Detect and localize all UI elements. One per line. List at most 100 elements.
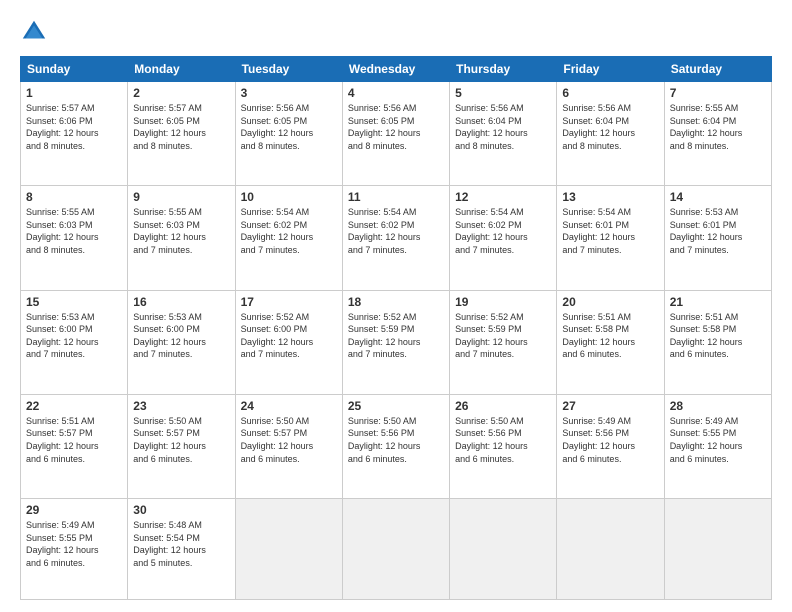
day-number: 2 (133, 86, 229, 100)
week-row-2: 8 Sunrise: 5:55 AM Sunset: 6:03 PM Daylig… (21, 186, 772, 290)
day-info: Sunrise: 5:57 AM Sunset: 6:05 PM Dayligh… (133, 102, 229, 152)
day-number: 11 (348, 190, 444, 204)
col-header-tuesday: Tuesday (235, 57, 342, 82)
day-cell: 9 Sunrise: 5:55 AM Sunset: 6:03 PM Daylig… (128, 186, 235, 290)
day-info: Sunrise: 5:51 AM Sunset: 5:57 PM Dayligh… (26, 415, 122, 465)
day-number: 18 (348, 295, 444, 309)
day-cell (664, 499, 771, 600)
day-number: 22 (26, 399, 122, 413)
day-number: 25 (348, 399, 444, 413)
day-cell: 4 Sunrise: 5:56 AM Sunset: 6:05 PM Daylig… (342, 82, 449, 186)
day-info: Sunrise: 5:56 AM Sunset: 6:05 PM Dayligh… (348, 102, 444, 152)
day-info: Sunrise: 5:54 AM Sunset: 6:02 PM Dayligh… (241, 206, 337, 256)
day-cell: 26Sunrise: 5:50 AM Sunset: 5:56 PM Dayli… (450, 394, 557, 498)
day-number: 14 (670, 190, 766, 204)
day-number: 12 (455, 190, 551, 204)
day-number: 7 (670, 86, 766, 100)
day-cell: 19 Sunrise: 5:52 AM Sunset: 5:59 PM Dayli… (450, 290, 557, 394)
day-number: 13 (562, 190, 658, 204)
col-header-thursday: Thursday (450, 57, 557, 82)
col-header-saturday: Saturday (664, 57, 771, 82)
day-info: Sunrise: 5:49 AM Sunset: 5:55 PM Dayligh… (670, 415, 766, 465)
day-cell: 7 Sunrise: 5:55 AM Sunset: 6:04 PM Daylig… (664, 82, 771, 186)
day-number: 30 (133, 503, 229, 517)
logo-icon (20, 18, 48, 46)
day-number: 28 (670, 399, 766, 413)
col-header-wednesday: Wednesday (342, 57, 449, 82)
day-number: 23 (133, 399, 229, 413)
day-cell: 1 Sunrise: 5:57 AM Sunset: 6:06 PM Daylig… (21, 82, 128, 186)
day-number: 10 (241, 190, 337, 204)
day-cell (557, 499, 664, 600)
day-info: Sunrise: 5:48 AM Sunset: 5:54 PM Dayligh… (133, 519, 229, 569)
day-number: 16 (133, 295, 229, 309)
day-cell: 13 Sunrise: 5:54 AM Sunset: 6:01 PM Dayli… (557, 186, 664, 290)
day-info: Sunrise: 5:54 AM Sunset: 6:02 PM Dayligh… (455, 206, 551, 256)
day-number: 9 (133, 190, 229, 204)
day-info: Sunrise: 5:50 AM Sunset: 5:57 PM Dayligh… (241, 415, 337, 465)
day-cell: 30 Sunrise: 5:48 AM Sunset: 5:54 PM Dayli… (128, 499, 235, 600)
day-cell: 22 Sunrise: 5:51 AM Sunset: 5:57 PM Dayli… (21, 394, 128, 498)
day-number: 20 (562, 295, 658, 309)
day-cell: 29Sunrise: 5:49 AM Sunset: 5:55 PM Dayli… (21, 499, 128, 600)
col-header-sunday: Sunday (21, 57, 128, 82)
day-number: 15 (26, 295, 122, 309)
day-info: Sunrise: 5:53 AM Sunset: 6:01 PM Dayligh… (670, 206, 766, 256)
day-number: 29 (26, 503, 122, 517)
logo (20, 18, 54, 46)
day-number: 24 (241, 399, 337, 413)
day-cell: 5 Sunrise: 5:56 AM Sunset: 6:04 PM Daylig… (450, 82, 557, 186)
calendar: SundayMondayTuesdayWednesdayThursdayFrid… (20, 56, 772, 600)
day-cell: 20 Sunrise: 5:51 AM Sunset: 5:58 PM Dayli… (557, 290, 664, 394)
day-cell: 3Sunrise: 5:56 AM Sunset: 6:05 PM Daylig… (235, 82, 342, 186)
day-cell: 12 Sunrise: 5:54 AM Sunset: 6:02 PM Dayli… (450, 186, 557, 290)
day-info: Sunrise: 5:56 AM Sunset: 6:04 PM Dayligh… (455, 102, 551, 152)
day-cell (235, 499, 342, 600)
day-number: 8 (26, 190, 122, 204)
day-info: Sunrise: 5:55 AM Sunset: 6:03 PM Dayligh… (26, 206, 122, 256)
day-cell: 27 Sunrise: 5:49 AM Sunset: 5:56 PM Dayli… (557, 394, 664, 498)
day-info: Sunrise: 5:56 AM Sunset: 6:05 PM Dayligh… (241, 102, 337, 152)
day-info: Sunrise: 5:55 AM Sunset: 6:04 PM Dayligh… (670, 102, 766, 152)
day-cell: 23 Sunrise: 5:50 AM Sunset: 5:57 PM Dayli… (128, 394, 235, 498)
day-number: 5 (455, 86, 551, 100)
day-number: 1 (26, 86, 122, 100)
day-info: Sunrise: 5:51 AM Sunset: 5:58 PM Dayligh… (562, 311, 658, 361)
day-info: Sunrise: 5:50 AM Sunset: 5:56 PM Dayligh… (348, 415, 444, 465)
day-number: 21 (670, 295, 766, 309)
day-cell: 10 Sunrise: 5:54 AM Sunset: 6:02 PM Dayli… (235, 186, 342, 290)
day-cell: 16 Sunrise: 5:53 AM Sunset: 6:00 PM Dayli… (128, 290, 235, 394)
day-cell: 24 Sunrise: 5:50 AM Sunset: 5:57 PM Dayli… (235, 394, 342, 498)
day-number: 4 (348, 86, 444, 100)
day-info: Sunrise: 5:52 AM Sunset: 5:59 PM Dayligh… (348, 311, 444, 361)
day-info: Sunrise: 5:49 AM Sunset: 5:56 PM Dayligh… (562, 415, 658, 465)
day-cell: 14 Sunrise: 5:53 AM Sunset: 6:01 PM Dayli… (664, 186, 771, 290)
day-cell: 25 Sunrise: 5:50 AM Sunset: 5:56 PM Dayli… (342, 394, 449, 498)
day-info: Sunrise: 5:53 AM Sunset: 6:00 PM Dayligh… (133, 311, 229, 361)
header-row: SundayMondayTuesdayWednesdayThursdayFrid… (21, 57, 772, 82)
day-info: Sunrise: 5:54 AM Sunset: 6:01 PM Dayligh… (562, 206, 658, 256)
day-info: Sunrise: 5:50 AM Sunset: 5:57 PM Dayligh… (133, 415, 229, 465)
day-info: Sunrise: 5:57 AM Sunset: 6:06 PM Dayligh… (26, 102, 122, 152)
day-info: Sunrise: 5:50 AM Sunset: 5:56 PM Dayligh… (455, 415, 551, 465)
page: SundayMondayTuesdayWednesdayThursdayFrid… (0, 0, 792, 612)
day-number: 27 (562, 399, 658, 413)
day-info: Sunrise: 5:55 AM Sunset: 6:03 PM Dayligh… (133, 206, 229, 256)
day-cell: 17Sunrise: 5:52 AM Sunset: 6:00 PM Dayli… (235, 290, 342, 394)
day-cell: 8 Sunrise: 5:55 AM Sunset: 6:03 PM Daylig… (21, 186, 128, 290)
day-cell: 21 Sunrise: 5:51 AM Sunset: 5:58 PM Dayli… (664, 290, 771, 394)
day-cell (342, 499, 449, 600)
day-info: Sunrise: 5:52 AM Sunset: 5:59 PM Dayligh… (455, 311, 551, 361)
col-header-monday: Monday (128, 57, 235, 82)
day-info: Sunrise: 5:56 AM Sunset: 6:04 PM Dayligh… (562, 102, 658, 152)
col-header-friday: Friday (557, 57, 664, 82)
day-number: 17 (241, 295, 337, 309)
day-number: 19 (455, 295, 551, 309)
day-cell: 11Sunrise: 5:54 AM Sunset: 6:02 PM Dayli… (342, 186, 449, 290)
week-row-5: 29Sunrise: 5:49 AM Sunset: 5:55 PM Dayli… (21, 499, 772, 600)
header (20, 18, 772, 46)
day-cell (450, 499, 557, 600)
day-info: Sunrise: 5:51 AM Sunset: 5:58 PM Dayligh… (670, 311, 766, 361)
day-cell: 2 Sunrise: 5:57 AM Sunset: 6:05 PM Daylig… (128, 82, 235, 186)
week-row-4: 22 Sunrise: 5:51 AM Sunset: 5:57 PM Dayli… (21, 394, 772, 498)
